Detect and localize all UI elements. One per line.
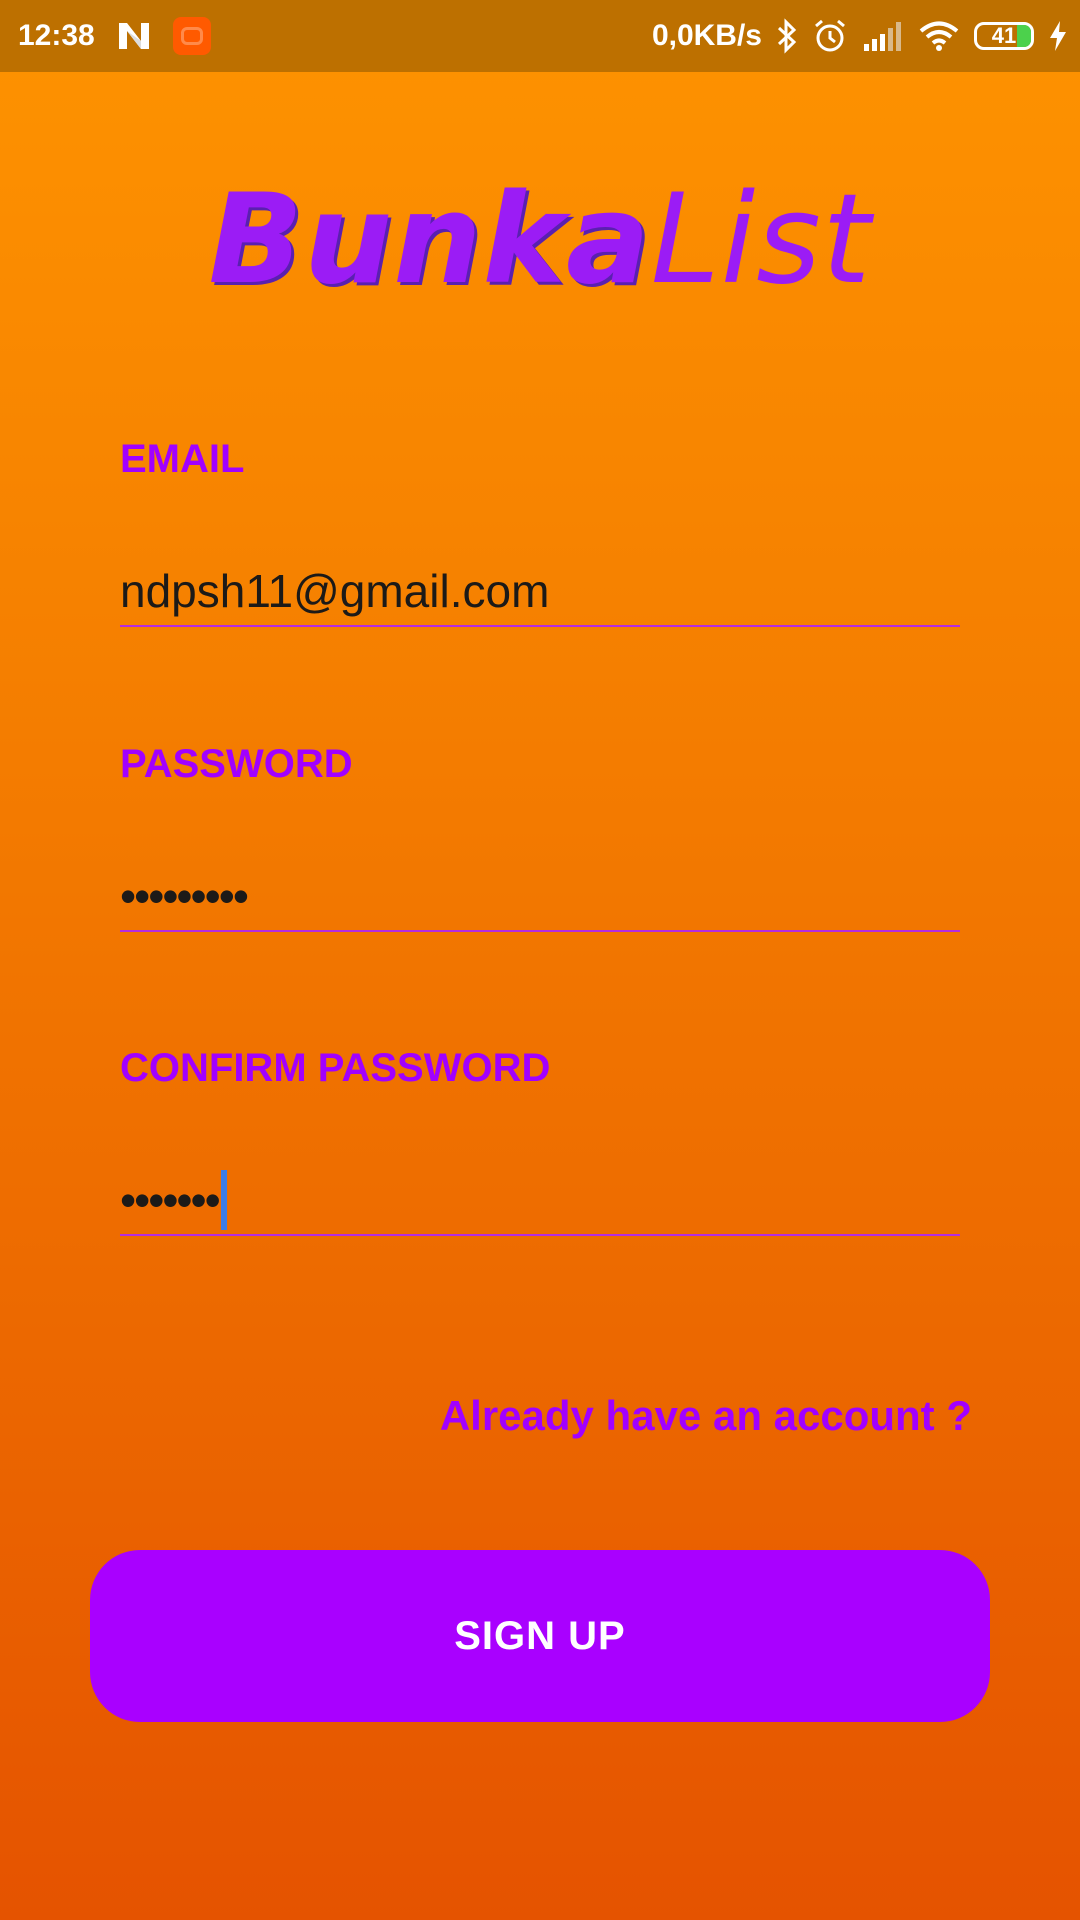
email-label: EMAIL [120, 437, 245, 481]
confirm-password-field[interactable]: ••••••• [120, 1166, 960, 1236]
email-value: ndpsh11@gmail.com [120, 565, 550, 617]
status-time: 12:38 [18, 19, 95, 52]
notification-n-icon [117, 21, 151, 51]
battery-icon: 41 [974, 22, 1034, 50]
wifi-icon [918, 20, 960, 52]
login-link[interactable]: Already have an account ? [440, 1392, 972, 1440]
logo-light-part: List [650, 168, 872, 312]
confirm-password-label: CONFIRM PASSWORD [120, 1046, 551, 1090]
signal-icon [862, 20, 904, 52]
alarm-icon [812, 18, 848, 54]
network-speed: 0,0KB/s [651, 19, 762, 52]
bluetooth-icon [776, 18, 798, 54]
password-value: ••••••••• [120, 870, 249, 922]
password-label: PASSWORD [120, 742, 353, 786]
password-field[interactable]: ••••••••• [120, 862, 960, 932]
charging-icon [1048, 20, 1068, 52]
status-bar-left: 12:38 [0, 17, 211, 55]
sign-up-button[interactable]: SIGN UP [90, 1550, 990, 1722]
text-cursor [220, 1170, 227, 1230]
logo-bold-part: Bunka [208, 168, 651, 312]
status-bar-right: 0,0KB/s 41 [652, 18, 1080, 54]
password-field-group: PASSWORD ••••••••• [120, 742, 960, 932]
app-icon [172, 17, 211, 55]
status-bar: 12:38 0,0KB/s 41 [0, 0, 1080, 72]
app-logo: BunkaList [0, 168, 1080, 312]
confirm-password-value: ••••••• [120, 1174, 221, 1226]
battery-level: 41 [991, 23, 1017, 48]
email-field-group: EMAIL ndpsh11@gmail.com [120, 437, 960, 627]
email-field[interactable]: ndpsh11@gmail.com [120, 557, 960, 627]
confirm-password-field-group: CONFIRM PASSWORD ••••••• [120, 1046, 960, 1236]
